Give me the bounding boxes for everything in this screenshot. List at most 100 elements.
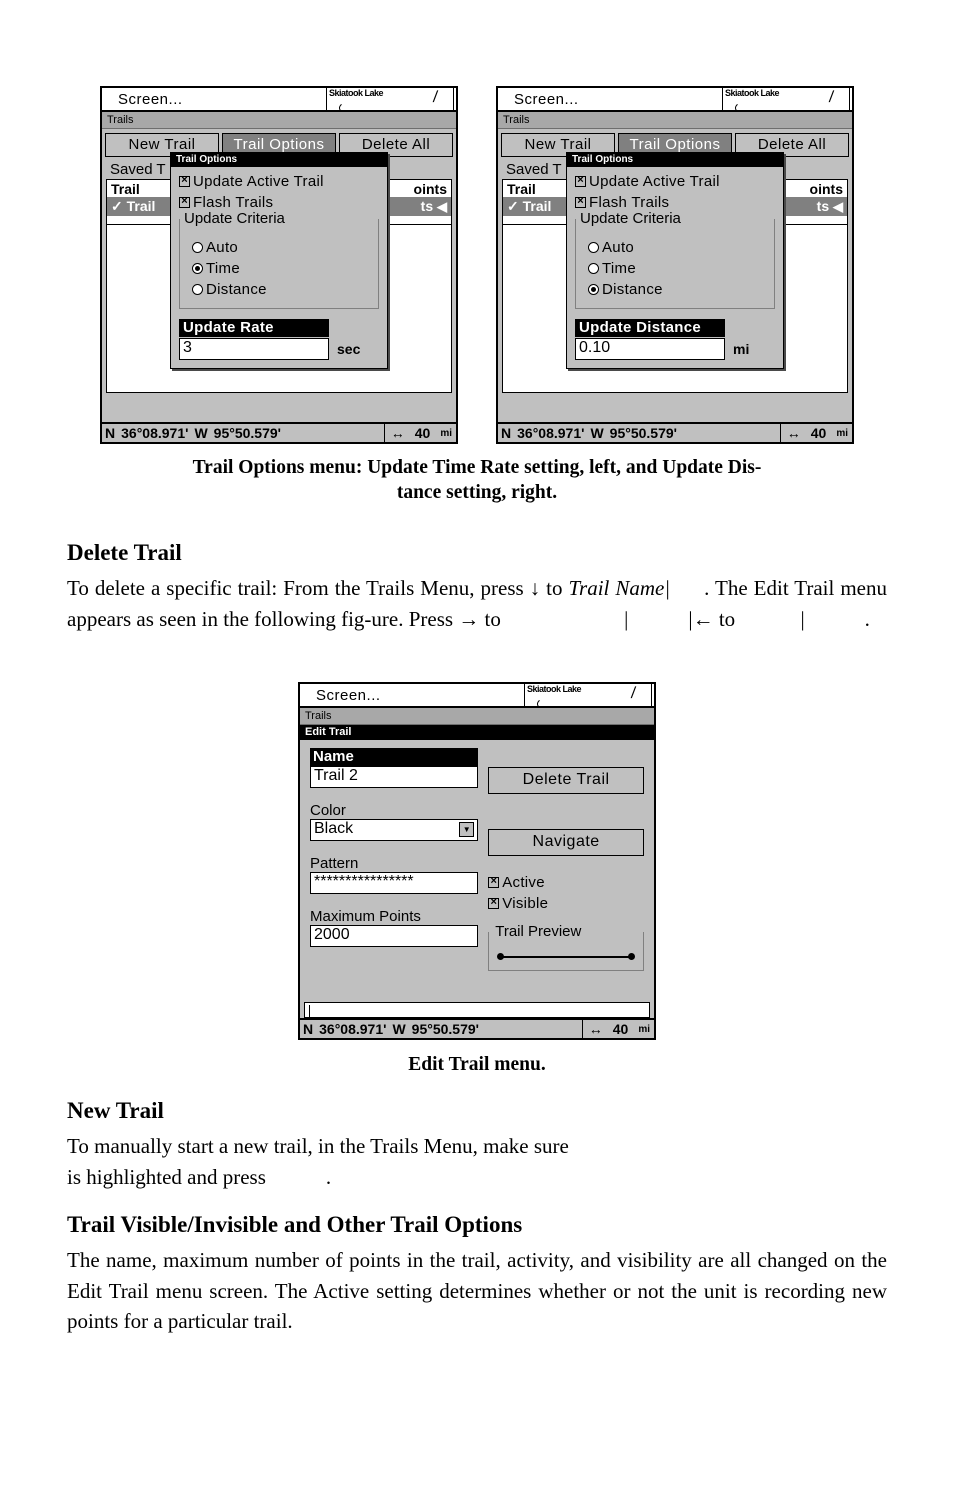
manual-page: Screen... Skiatook Lake / Trails New Tra… <box>0 0 954 1487</box>
table-header-name: Trail <box>111 181 140 197</box>
flash-trails-label: Flash Trails <box>589 194 670 211</box>
checkbox-checked-icon[interactable] <box>488 898 500 909</box>
map-line-icon: / <box>629 685 636 702</box>
range-readout: ↔ 40 mi <box>385 425 456 441</box>
paragraph-delete-trail: To delete a specific trail: From the Tra… <box>67 573 887 634</box>
update-active-trail-label: Update Active Trail <box>193 173 324 190</box>
row-arrow-icon: ◀ <box>437 199 447 214</box>
max-points-field-input[interactable]: 2000 <box>310 925 479 947</box>
checkbox-checked-icon[interactable] <box>179 197 190 208</box>
map-line-icon: / <box>431 89 438 106</box>
new-trail-line2-a: is highlighted and press <box>67 1164 266 1189</box>
range-unit: mi <box>836 427 848 439</box>
flash-trails-label: Flash Trails <box>193 194 274 211</box>
trail-preview-graphic <box>495 952 637 962</box>
gps-screen-edit-trail: Screen... Skiatook Lake / Trails Edit Tr… <box>298 682 656 1040</box>
screen-menu-label[interactable]: Screen... <box>498 91 579 108</box>
range-arrows-icon: ↔ <box>786 425 801 441</box>
map-shore-icon <box>735 102 757 110</box>
delete-trail-text-4: . <box>864 606 870 631</box>
radio-unselected-icon[interactable] <box>588 242 599 253</box>
edit-trail-text-field[interactable] <box>304 1002 650 1018</box>
checkbox-checked-icon[interactable] <box>179 176 190 187</box>
radio-time[interactable]: Time <box>588 260 768 277</box>
update-active-trail-checkbox-row[interactable]: Update Active Trail <box>575 173 775 190</box>
gps-title-bar: Screen... Skiatook Lake / <box>498 88 852 112</box>
radio-auto[interactable]: Auto <box>588 239 768 256</box>
flash-trails-checkbox-row[interactable]: Flash Trails <box>179 194 379 211</box>
radio-distance[interactable]: Distance <box>588 281 768 298</box>
update-distance-input[interactable]: 0.10 <box>575 338 725 360</box>
map-shore-icon <box>537 698 559 706</box>
name-field-label: Name <box>310 748 479 766</box>
range-readout: ↔ 40 mi <box>781 425 852 441</box>
screen-menu-label[interactable]: Screen... <box>102 91 183 108</box>
update-active-trail-checkbox-row[interactable]: Update Active Trail <box>179 173 379 190</box>
visible-checkbox-row[interactable]: Visible <box>488 895 644 912</box>
chevron-down-icon[interactable]: ▼ <box>459 821 475 837</box>
radio-unselected-icon[interactable] <box>192 284 203 295</box>
flash-trails-checkbox-row[interactable]: Flash Trails <box>575 194 775 211</box>
delete-trail-text-1: To delete a specific trail: From the Tra… <box>67 576 569 600</box>
table-header-points: oints <box>413 181 447 197</box>
position-readout: N 36°08.971' W 95°50.579' <box>498 425 780 441</box>
map-lake-label: Skiatook Lake <box>329 88 384 98</box>
table-row-name: ✓ Trail <box>507 198 552 214</box>
update-criteria-group: Update Criteria Auto Time Distance <box>179 210 379 309</box>
update-distance-field-block: Update Distance 0.10 mi <box>575 319 775 360</box>
update-rate-input[interactable]: 3 <box>179 338 329 360</box>
figure1-caption: Trail Options menu: Update Time Rate set… <box>67 455 887 505</box>
delete-trail-button[interactable]: Delete Trail <box>488 767 644 794</box>
pattern-field-input[interactable]: **************** <box>310 872 479 894</box>
longitude-value: 95°50.579' <box>411 1021 479 1037</box>
range-value: 40 <box>612 1021 629 1037</box>
lon-hemisphere: W <box>590 425 604 441</box>
gps-title-bar: Screen... Skiatook Lake / <box>102 88 456 112</box>
range-readout: ↔ 40 mi <box>583 1021 654 1037</box>
active-checkbox-row[interactable]: Active <box>488 874 644 891</box>
screen-menu-label[interactable]: Screen... <box>300 687 381 704</box>
update-rate-title: Update Rate <box>179 319 329 337</box>
radio-selected-icon[interactable] <box>192 263 203 274</box>
gps-screen-trail-options-time: Screen... Skiatook Lake / Trails New Tra… <box>100 86 458 444</box>
dialog-title-bar: Trail Options <box>567 153 783 167</box>
radio-auto[interactable]: Auto <box>192 239 372 256</box>
edit-trail-grid: Name Trail 2 Color Black ▼ Pattern *****… <box>310 748 644 971</box>
map-line-icon: / <box>827 89 834 106</box>
latitude-value: 36°08.971' <box>517 425 585 441</box>
radio-unselected-icon[interactable] <box>192 242 203 253</box>
delete-trail-bar-2: | <box>624 606 629 631</box>
checkbox-checked-icon[interactable] <box>488 877 500 888</box>
range-value: 40 <box>414 425 431 441</box>
checkbox-checked-icon[interactable] <box>575 197 586 208</box>
radio-time[interactable]: Time <box>192 260 372 277</box>
lat-hemisphere: N <box>105 425 116 441</box>
name-field-input[interactable]: Trail 2 <box>310 766 479 788</box>
lon-hemisphere: W <box>194 425 208 441</box>
latitude-value: 36°08.971' <box>121 425 189 441</box>
table-row-right: ts ◀ <box>420 198 447 214</box>
preview-start-dot-icon <box>497 953 505 960</box>
table-header-points: oints <box>809 181 843 197</box>
color-dropdown[interactable]: Black ▼ <box>310 819 479 841</box>
color-dropdown-value: Black <box>314 820 354 837</box>
new-trail-line2-b: . <box>325 1164 332 1189</box>
radio-distance[interactable]: Distance <box>192 281 372 298</box>
trail-preview-group: Trail Preview <box>488 923 644 971</box>
navigate-button[interactable]: Navigate <box>488 829 644 856</box>
trails-subtitle-bar: Trails <box>102 112 456 129</box>
delete-trail-bar-4: | <box>800 606 805 631</box>
paragraph-trail-visible: The name, maximum number of points in th… <box>67 1248 887 1333</box>
table-row-name: ✓ Trail <box>111 198 156 214</box>
heading-trail-visible: Trail Visible/Invisible and Other Trail … <box>67 1212 523 1237</box>
radio-unselected-icon[interactable] <box>588 263 599 274</box>
color-field-label: Color <box>310 802 346 819</box>
radio-selected-icon[interactable] <box>588 284 599 295</box>
update-distance-unit: mi <box>733 341 750 357</box>
checkbox-checked-icon[interactable] <box>575 176 586 187</box>
map-thumbnail: Skiatook Lake / <box>524 684 652 707</box>
update-rate-field-block: Update Rate 3 sec <box>179 319 379 360</box>
